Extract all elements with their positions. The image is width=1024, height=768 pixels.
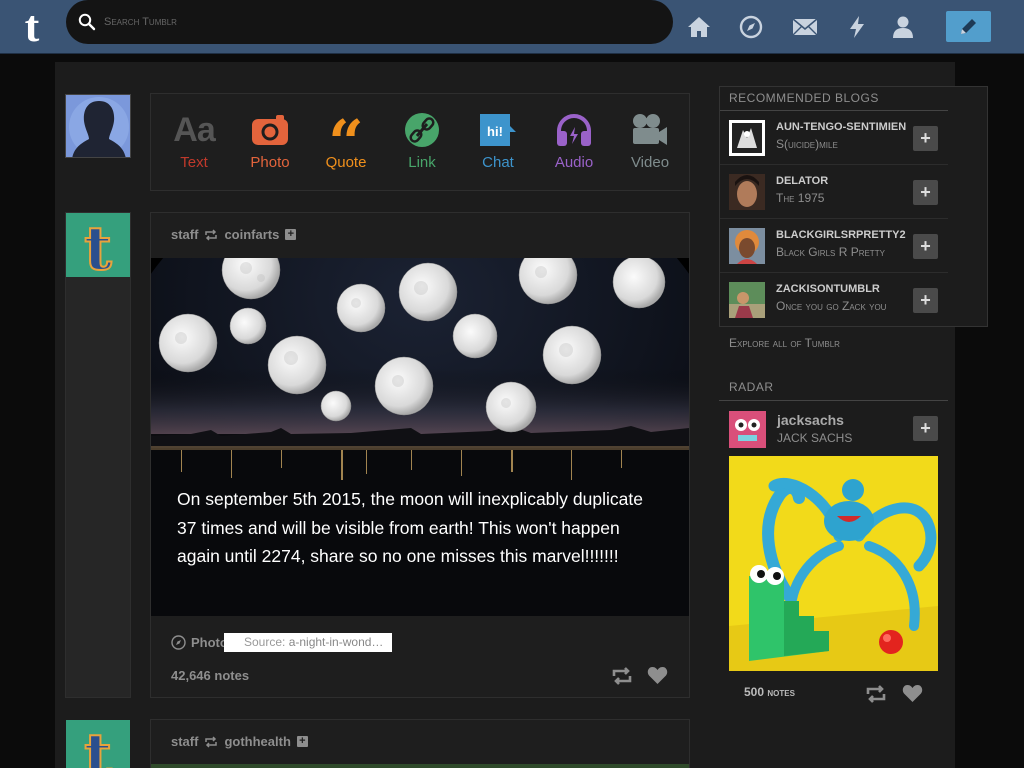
notes-count[interactable]: 42,646 notes [171, 668, 249, 683]
follow-button[interactable]: + [913, 234, 938, 259]
post-type-chat[interactable]: hi! Chat [463, 110, 533, 171]
explore-link[interactable]: Explore all of Tumblr [729, 336, 840, 350]
follow-button[interactable]: + [913, 416, 938, 441]
blog-avatar [729, 120, 765, 156]
heart-icon[interactable] [902, 684, 923, 703]
radar-blog-name[interactable]: jacksachs [777, 412, 844, 428]
post-header: staff coinfarts + [171, 227, 297, 242]
blog-name: DELATOR [776, 175, 829, 187]
follow-button[interactable]: + [913, 180, 938, 205]
radar-blog-avatar[interactable] [729, 411, 766, 448]
reblogged-from[interactable]: coinfarts [224, 227, 279, 242]
post-type-text[interactable]: Aa Text [159, 110, 229, 172]
post-type-label: Quote [325, 154, 367, 171]
blog-title: S(uicide)mile [776, 137, 838, 151]
headphones-icon [557, 114, 591, 146]
reblog-icon[interactable] [865, 684, 887, 704]
blog-name: ZACKISONTUMBLR [776, 283, 880, 295]
search-bar[interactable] [66, 0, 673, 44]
reblog-icon [205, 735, 218, 748]
recommended-blog-item[interactable]: BLACKGIRLSRPRETTY2 Black Girls R Pretty … [720, 219, 948, 273]
blog-title: The 1975 [776, 191, 825, 205]
svg-text:t: t [84, 721, 112, 768]
source-value: a-night-in-wond… [288, 635, 384, 649]
post-type-label: Text [180, 154, 208, 171]
post-type-label: Audio [554, 154, 594, 171]
staff-avatar[interactable]: t [66, 720, 130, 768]
post-type-link[interactable]: Link [387, 110, 457, 171]
blog-avatar [729, 282, 765, 318]
lightning-icon[interactable] [844, 14, 870, 40]
post-type-photo[interactable]: Photo [235, 110, 305, 171]
photo-caption-text: On september 5th 2015, the moon will ine… [177, 489, 643, 566]
follow-plus-icon[interactable]: + [296, 736, 308, 747]
chat-icon-text: hi! [487, 124, 503, 139]
blog-title: Black Girls R Pretty [776, 245, 885, 259]
default-avatar-icon [66, 95, 130, 157]
blog-name: BLACKGIRLSRPRETTY2 [776, 229, 906, 241]
home-icon[interactable] [686, 14, 712, 40]
blog-title: Once you go Zack you [776, 299, 887, 313]
radar-post-image[interactable] [729, 456, 938, 671]
search-input[interactable] [102, 12, 662, 32]
recommended-title: RECOMMENDED BLOGS [729, 91, 879, 105]
blog-name: AUN-TENGO-SENTIMIEN [776, 121, 907, 133]
post-type-video[interactable]: Video [615, 110, 685, 171]
svg-text:t: t [84, 214, 112, 277]
post-photo[interactable]: On september 5th 2015, the moon will ine… [151, 258, 689, 616]
video-camera-icon [633, 114, 667, 145]
pencil-icon [961, 19, 976, 34]
reblogged-from[interactable]: gothhealth [224, 734, 290, 749]
user-avatar[interactable] [65, 94, 131, 158]
compass-icon [171, 635, 186, 650]
source-label: Source: [244, 635, 286, 649]
radar-blog-title: JACK SACHS [777, 431, 853, 445]
post-author[interactable]: staff [171, 734, 198, 749]
reblog-icon [205, 228, 218, 241]
post-photo[interactable] [151, 764, 689, 768]
tumblr-logo[interactable]: t [14, 5, 50, 49]
reblog-icon[interactable] [611, 666, 633, 686]
tumblr-t-icon: t [83, 720, 113, 768]
mail-icon[interactable] [792, 14, 818, 40]
post-gutter [65, 212, 131, 698]
person-icon[interactable] [890, 14, 916, 40]
radar-title: RADAR [729, 380, 774, 394]
recommended-blog-item[interactable]: AUN-TENGO-SENTIMIEN S(uicide)mile + [720, 111, 948, 165]
staff-avatar[interactable]: t [66, 213, 130, 285]
radar-notes-count[interactable]: 500 notes [744, 685, 795, 699]
post-type-label: Link [408, 154, 436, 171]
compass-icon[interactable] [738, 14, 764, 40]
top-header: t [0, 0, 1024, 54]
heart-icon[interactable] [647, 666, 668, 685]
link-icon [405, 113, 439, 147]
recommended-blog-item[interactable]: ZACKISONTUMBLR Once you go Zack you + [720, 273, 948, 327]
chat-icon: hi! [480, 114, 516, 146]
blog-avatar [729, 228, 765, 264]
source-tooltip[interactable]: Source: a-night-in-wond… [224, 633, 392, 652]
follow-button[interactable]: + [913, 288, 938, 313]
recommended-blog-item[interactable]: DELATOR The 1975 + [720, 165, 948, 219]
camera-icon [252, 115, 288, 145]
search-icon [78, 13, 96, 31]
text-aa-icon: Aa [173, 110, 215, 149]
post-header: staff gothhealth + [171, 734, 308, 749]
post-type-audio[interactable]: Audio [539, 110, 609, 171]
post-type-quote[interactable]: “ Quote [311, 110, 381, 174]
follow-plus-icon[interactable]: + [285, 229, 297, 240]
post-type-label: Video [630, 154, 670, 171]
radar-illustration [729, 456, 938, 671]
post-type-label: Photo [250, 154, 290, 171]
post-author[interactable]: staff [171, 227, 198, 242]
follow-button[interactable]: + [913, 126, 938, 151]
compose-button[interactable] [946, 11, 991, 42]
blog-avatar [729, 174, 765, 210]
tumblr-t-icon: t [83, 213, 113, 285]
post-type-label: Chat [482, 154, 514, 171]
